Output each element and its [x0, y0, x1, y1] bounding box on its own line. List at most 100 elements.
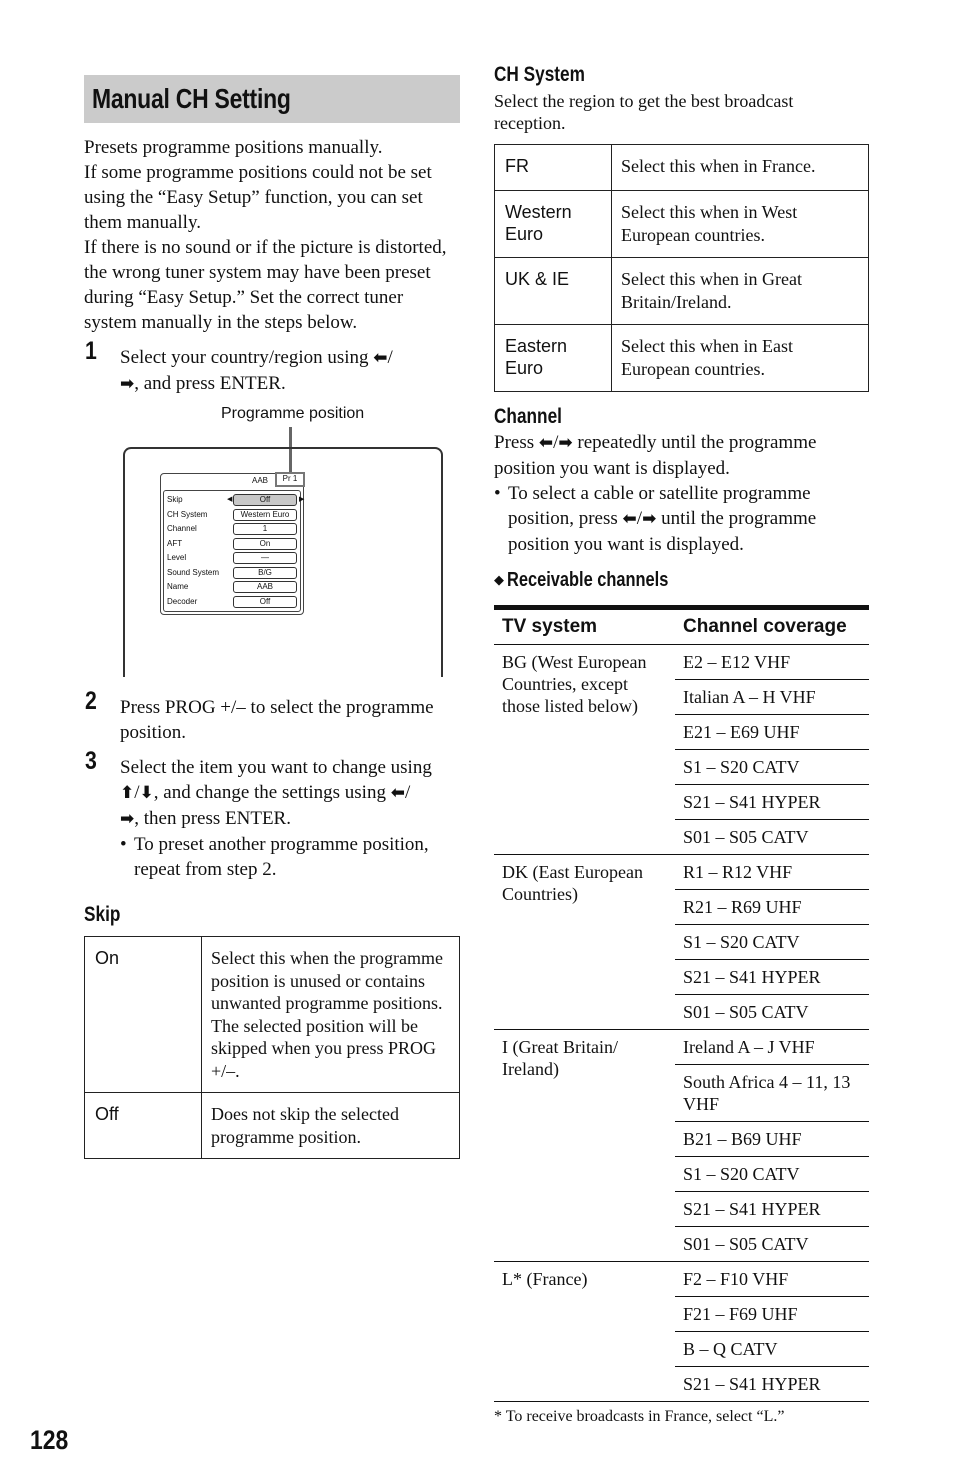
- channel-coverage-cell: E2 – E12 VHF: [675, 644, 869, 680]
- left-arrow-icon: ⬅: [390, 783, 405, 803]
- step-number: 2: [85, 687, 97, 715]
- osd-row-name[interactable]: Name AAB: [167, 580, 298, 594]
- table-header-row: TV system Channel coverage: [494, 607, 869, 645]
- option-desc: Select this when in West European countr…: [611, 190, 869, 258]
- channel-coverage-cell: S21 – S41 HYPER: [675, 1366, 869, 1402]
- channel-coverage-cell: S1 – S20 CATV: [675, 1156, 869, 1192]
- channel-coverage-cell: B21 – B69 UHF: [675, 1121, 869, 1157]
- option-key: Off: [84, 1092, 202, 1159]
- osd-value: Off: [233, 494, 297, 506]
- channel-coverage-cell: South Africa 4 – 11, 13 VHF: [675, 1064, 869, 1122]
- intro-paragraph: If there is no sound or if the picture i…: [84, 237, 447, 333]
- down-arrow-icon: ⬇: [139, 783, 154, 803]
- left-arrow-icon: ⬅: [538, 433, 554, 453]
- tv-system-cell: DK (East European Countries): [494, 854, 675, 1030]
- ch-system-heading: CH System: [494, 63, 585, 86]
- intro: Presets programme positions manually. If…: [84, 135, 460, 335]
- left-arrow-icon: ⬅: [622, 509, 637, 529]
- osd-label: Level: [167, 553, 187, 562]
- step-number: 1: [85, 337, 97, 365]
- osd-label: Name: [167, 582, 189, 591]
- channel-coverage-cell: S01 – S05 CATV: [675, 994, 869, 1030]
- step-text: , and press ENTER.: [134, 373, 286, 394]
- table-row: Western Euro Select this when in West Eu…: [494, 190, 869, 258]
- osd-header: AAB Pr 1: [161, 472, 305, 488]
- table-row: L* (France) F2 – F10 VHF: [494, 1261, 869, 1402]
- steps-after-diagram: 2 Press PROG +/– to select the programme…: [84, 689, 460, 882]
- osd-row-ch-system[interactable]: CH System Western Euro: [167, 508, 298, 522]
- osd-value: AAB: [233, 581, 297, 593]
- channel-coverage-cell: R1 – R12 VHF: [675, 854, 869, 890]
- ch-system-table: FR Select this when in France. Western E…: [494, 144, 869, 392]
- osd-row-level[interactable]: Level —: [167, 551, 298, 565]
- receivable-channels-body: BG (West European Countries, except thos…: [494, 644, 869, 1402]
- option-desc: Select this when in France.: [611, 144, 869, 191]
- channel-coverage-cell: S21 – S41 HYPER: [675, 784, 869, 820]
- channel-bullet: To select a cable or satellite programme…: [494, 481, 869, 557]
- osd-label: Sound System: [167, 567, 220, 577]
- left-column: Manual CH Setting Presets programme posi…: [84, 75, 460, 1159]
- osd-label: Channel: [167, 524, 197, 533]
- option-key: FR: [494, 144, 612, 191]
- programme-position-callout: Programme position: [221, 405, 365, 422]
- channel-coverage-cell: F21 – F69 UHF: [675, 1296, 869, 1332]
- channel-coverage-cell: Ireland A – J VHF: [675, 1029, 869, 1065]
- channel-coverage-cell: S01 – S05 CATV: [675, 1226, 869, 1262]
- intro-paragraph: Presets programme positions manually.: [84, 137, 383, 158]
- step-text: Press PROG +/– to select the programme p…: [120, 697, 434, 743]
- osd-label: AFT: [167, 538, 183, 548]
- channel-coverage-cell: S01 – S05 CATV: [675, 819, 869, 855]
- option-desc: Select this when in East European countr…: [611, 324, 869, 392]
- channel-heading: Channel: [494, 405, 562, 428]
- osd-value: 1: [233, 523, 297, 535]
- table-row: FR Select this when in France.: [494, 144, 869, 191]
- table-row: I (Great Britain/ Ireland) Ireland A – J …: [494, 1029, 869, 1262]
- osd-value: On: [233, 537, 297, 550]
- right-column: CH System Select the region to get the b…: [494, 62, 869, 1427]
- step-2: 2 Press PROG +/– to select the programme…: [84, 689, 460, 745]
- channel-coverage-cell: S21 – S41 HYPER: [675, 959, 869, 995]
- tv-system-cell: BG (West European Countries, except thos…: [494, 644, 675, 855]
- right-arrow-icon: ➡: [120, 374, 135, 394]
- osd-row-decoder[interactable]: Decoder Off: [167, 595, 298, 609]
- osd-label: Skip: [167, 495, 183, 504]
- channel-text: Press ⬅/➡ repeatedly until the programme…: [494, 430, 869, 481]
- right-arrow-icon: ➡: [120, 809, 135, 829]
- receivable-heading: Receivable channels: [507, 569, 669, 591]
- osd-row-sound-system[interactable]: Sound System B/G: [167, 566, 298, 580]
- osd-body: Skip ◀ Off ▶ CH System Western Euro Chan…: [163, 490, 304, 612]
- osd-row-skip[interactable]: Skip ◀ Off ▶: [167, 493, 304, 507]
- step-text: , and change the settings using: [153, 782, 391, 803]
- diamond-icon: ◆: [494, 572, 504, 587]
- receivable-heading-row: ◆ Receivable channels: [494, 567, 869, 593]
- osd-diagram: Programme position AAB Pr 1 Skip ◀ Off ▶…: [84, 405, 460, 685]
- column-header: Channel coverage: [675, 607, 869, 645]
- osd-value: Off: [233, 595, 297, 608]
- option-key: On: [84, 936, 202, 1093]
- left-triangle-icon: ◀: [227, 496, 233, 503]
- option-key: UK & IE: [494, 257, 612, 325]
- table-row: BG (West European Countries, except thos…: [494, 644, 869, 855]
- column-header: TV system: [494, 607, 675, 645]
- osd-row-aft[interactable]: AFT On: [167, 537, 298, 551]
- table-row: UK & IE Select this when in Great Britai…: [494, 257, 869, 325]
- osd-value: Western Euro: [233, 508, 297, 521]
- osd-channel-name: AAB: [251, 476, 268, 485]
- osd-row-channel[interactable]: Channel 1: [167, 522, 298, 536]
- right-arrow-icon: ➡: [558, 433, 573, 453]
- channel-coverage-cell: S1 – S20 CATV: [675, 924, 869, 960]
- step-text: Select your country/region using: [120, 347, 374, 368]
- channel-text-part: Press: [494, 432, 539, 453]
- right-triangle-icon: ▶: [299, 496, 305, 503]
- up-arrow-icon: ⬆: [120, 783, 135, 803]
- table-row: Eastern Euro Select this when in East Eu…: [494, 324, 869, 392]
- tv-system-cell: L* (France): [494, 1261, 675, 1402]
- option-key: Eastern Euro: [494, 324, 612, 392]
- step-number: 3: [85, 747, 97, 775]
- left-arrow-icon: ⬅: [373, 348, 388, 368]
- osd-programme-position: Pr 1: [275, 472, 305, 487]
- step-text: Select the item you want to change using: [120, 757, 432, 778]
- step-text: /: [404, 782, 411, 803]
- channel-coverage-cell: B – Q CATV: [675, 1331, 869, 1367]
- option-desc: Select this when in Great Britain/Irelan…: [611, 257, 869, 325]
